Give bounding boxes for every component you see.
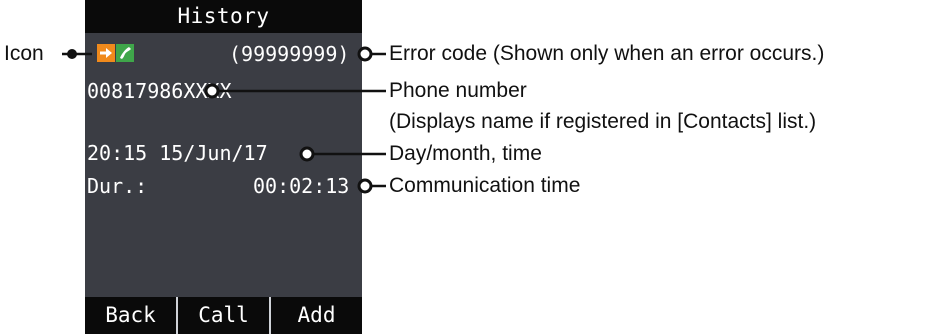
comm-time-callout-label: Communication time (389, 174, 581, 197)
error-code-leader-dot (357, 46, 373, 62)
datetime-callout-label: Day/month, time (389, 142, 542, 165)
icon-callout-label: Icon (4, 42, 44, 65)
error-code-callout-label: Error code (Shown only when an error occ… (389, 42, 825, 65)
phone-number-callout-note: (Displays name if registered in [Contact… (389, 110, 817, 133)
phone-number-leader-dot (204, 83, 220, 99)
datetime-leader-dot (299, 146, 315, 162)
icon-leader-dot (67, 49, 77, 59)
phone-number-callout-label: Phone number (389, 79, 527, 102)
comm-time-leader-dot (357, 178, 373, 194)
